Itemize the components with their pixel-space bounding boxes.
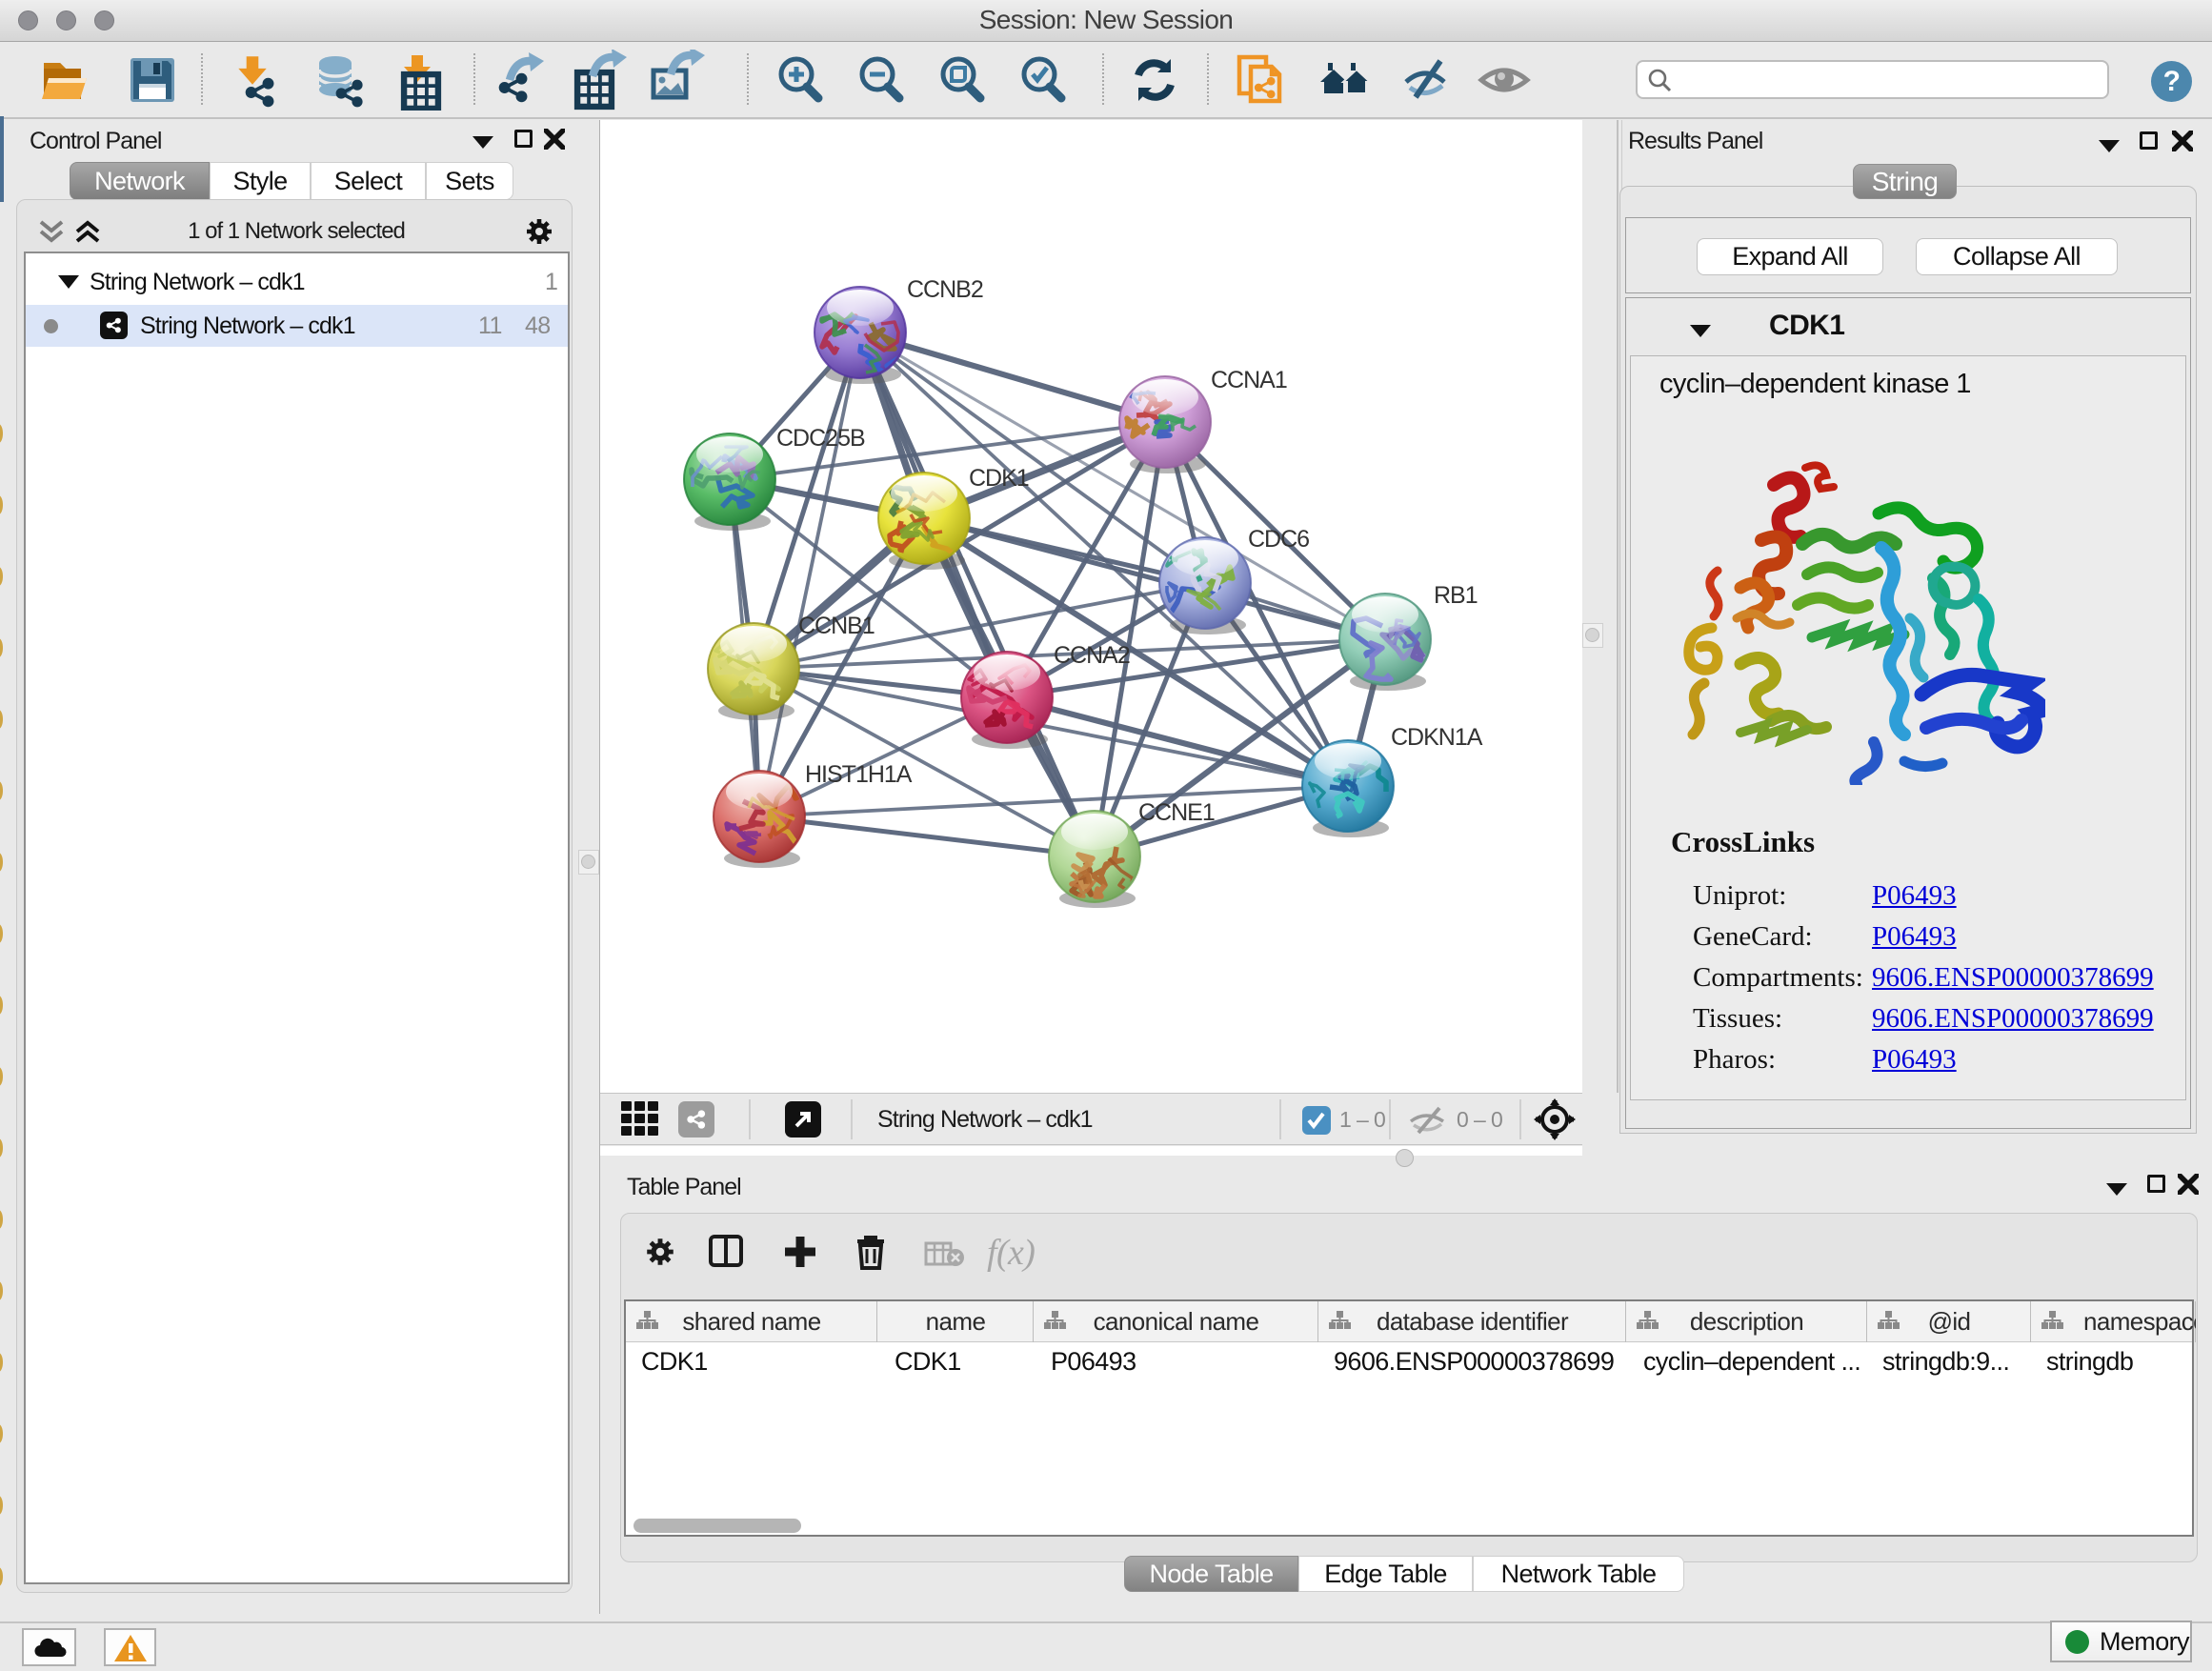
svg-text:CCNA1: CCNA1 (1211, 367, 1287, 393)
svg-text:CDC25B: CDC25B (776, 425, 865, 452)
svg-text:RB1: RB1 (1434, 582, 1478, 609)
svg-text:CDK1: CDK1 (969, 465, 1029, 492)
svg-text:CCNA2: CCNA2 (1054, 642, 1130, 669)
svg-text:CDC6: CDC6 (1248, 526, 1309, 553)
svg-text:HIST1H1A: HIST1H1A (805, 761, 913, 788)
svg-text:CCNB1: CCNB1 (798, 613, 875, 639)
svg-text:CCNE1: CCNE1 (1138, 799, 1215, 826)
svg-text:CDKN1A: CDKN1A (1391, 724, 1483, 751)
svg-text:CCNB2: CCNB2 (907, 276, 983, 303)
